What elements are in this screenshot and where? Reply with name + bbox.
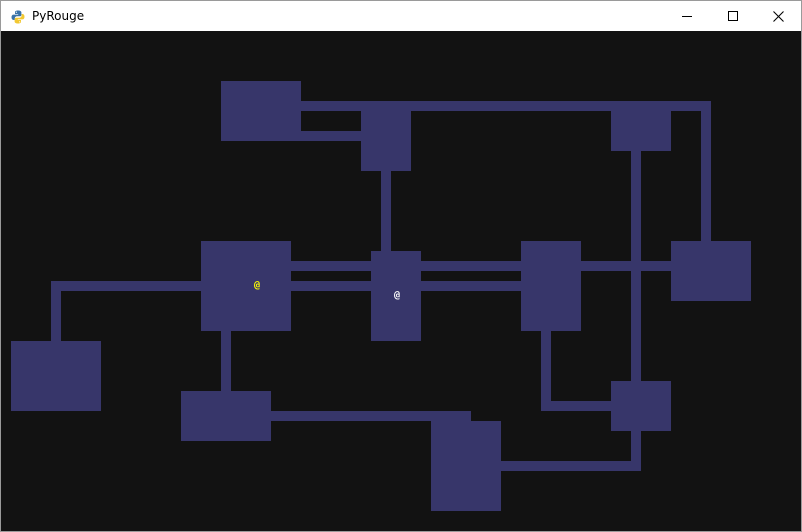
room [11, 341, 101, 411]
corridor [541, 331, 551, 411]
corridor [541, 401, 611, 411]
room [181, 391, 271, 441]
npc-glyph: @ [393, 290, 401, 301]
game-map-canvas[interactable]: @ @ [1, 31, 801, 531]
corridor [291, 281, 521, 291]
room [361, 101, 411, 171]
corridor [701, 101, 711, 241]
minimize-icon [682, 16, 692, 17]
maximize-icon [728, 11, 738, 21]
room [521, 241, 581, 331]
room [671, 241, 751, 301]
corridor [51, 281, 201, 291]
room [431, 421, 501, 511]
close-button[interactable] [755, 1, 801, 31]
corridor [631, 151, 641, 461]
corridor [501, 461, 641, 471]
corridor [381, 171, 391, 251]
room [201, 241, 291, 331]
room [611, 381, 671, 431]
window-title: PyRouge [32, 9, 85, 23]
python-logo-icon [11, 9, 25, 24]
room [221, 81, 301, 141]
minimize-button[interactable] [664, 1, 710, 31]
maximize-button[interactable] [710, 1, 756, 31]
corridor [301, 101, 711, 111]
app-window: PyRouge @ @ [0, 0, 802, 532]
corridor [221, 331, 231, 391]
corridor [271, 411, 471, 421]
close-icon [772, 10, 784, 22]
corridor [291, 261, 521, 271]
corridor [51, 281, 61, 341]
corridor [581, 261, 671, 271]
title-bar[interactable]: PyRouge [1, 1, 801, 31]
corridor [301, 131, 361, 141]
player-glyph: @ [253, 280, 261, 291]
